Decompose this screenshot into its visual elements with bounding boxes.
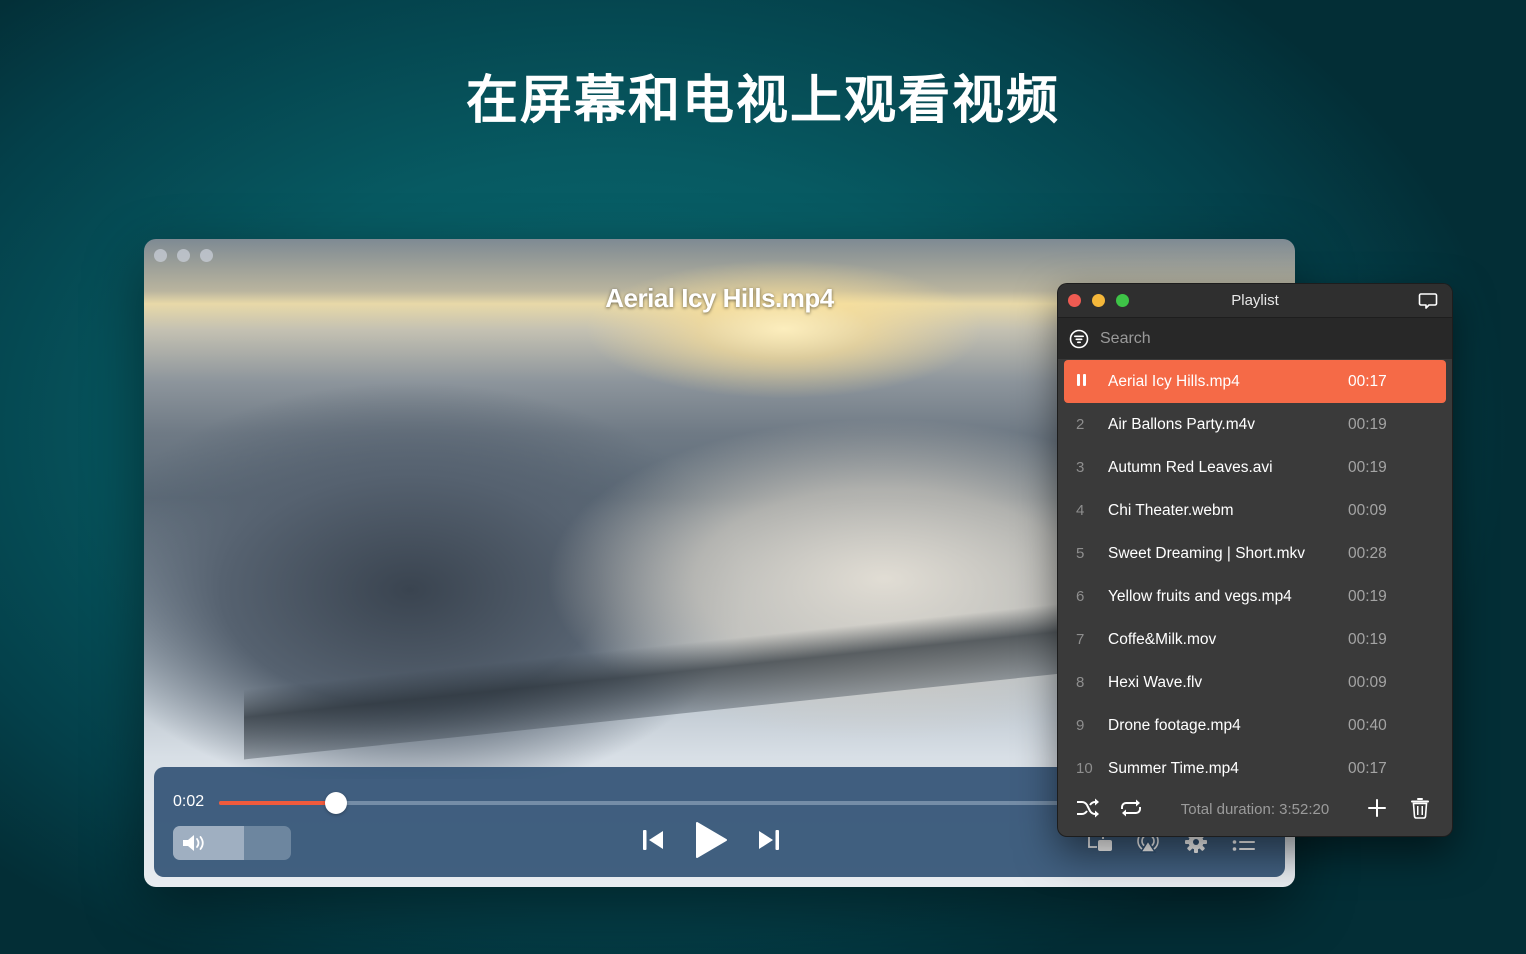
previous-button[interactable] xyxy=(642,829,666,851)
item-name: Summer Time.mp4 xyxy=(1108,759,1239,777)
playlist-footer: Total duration: 3:52:20 xyxy=(1058,784,1452,836)
window-controls xyxy=(154,249,213,262)
playlist-title: Playlist xyxy=(1231,292,1279,309)
item-index: 8 xyxy=(1076,674,1085,691)
item-duration: 00:40 xyxy=(1348,716,1387,734)
plus-icon xyxy=(1368,799,1386,817)
headline: 在屏幕和电视上观看视频 xyxy=(465,71,1060,131)
playlist-item-active[interactable]: Aerial Icy Hills.mp4 00:17 xyxy=(1064,360,1446,403)
total-duration: Total duration: 3:52:20 xyxy=(1180,801,1330,818)
playlist-search xyxy=(1058,318,1452,359)
item-duration: 00:09 xyxy=(1348,501,1387,519)
playlist-items: Aerial Icy Hills.mp4 00:17 2 Air Ballons Pa… xyxy=(1064,360,1446,790)
item-duration: 00:09 xyxy=(1348,673,1387,691)
filter-icon[interactable] xyxy=(1069,329,1089,354)
item-index: 2 xyxy=(1076,416,1085,433)
seek-handle[interactable] xyxy=(325,792,348,814)
playlist-item[interactable]: 3 Autumn Red Leaves.avi 00:19 xyxy=(1064,446,1446,489)
item-duration: 00:19 xyxy=(1348,630,1387,648)
item-index: 4 xyxy=(1076,502,1085,519)
search-input[interactable] xyxy=(1098,326,1402,352)
item-name: Autumn Red Leaves.avi xyxy=(1108,458,1273,476)
item-index: 6 xyxy=(1076,588,1085,605)
playlist-item[interactable]: 8 Hexi Wave.flv 00:09 xyxy=(1064,661,1446,704)
item-name: Air Ballons Party.m4v xyxy=(1108,415,1256,433)
close-button[interactable] xyxy=(154,249,167,262)
item-index: 10 xyxy=(1076,760,1093,777)
trash-icon xyxy=(1411,798,1429,819)
item-duration: 00:19 xyxy=(1348,415,1387,433)
item-duration: 00:17 xyxy=(1348,759,1387,777)
item-duration: 00:28 xyxy=(1348,544,1387,562)
volume-slider[interactable] xyxy=(173,826,291,860)
item-index: 5 xyxy=(1076,545,1085,562)
play-button[interactable] xyxy=(694,821,728,859)
play-icon xyxy=(696,822,727,858)
item-duration: 00:19 xyxy=(1348,458,1387,476)
speech-bubble-icon xyxy=(1418,293,1438,309)
transport-controls xyxy=(642,821,780,859)
minimize-button[interactable] xyxy=(177,249,190,262)
playlist-item[interactable]: 5 Sweet Dreaming | Short.mkv 00:28 xyxy=(1064,532,1446,575)
speaker-icon xyxy=(181,832,209,859)
item-name: Sweet Dreaming | Short.mkv xyxy=(1108,544,1305,562)
item-name: Chi Theater.webm xyxy=(1108,501,1234,519)
playlist-item[interactable]: 7 Coffe&Milk.mov 00:19 xyxy=(1064,618,1446,661)
item-index: 7 xyxy=(1076,631,1085,648)
playlist-item[interactable]: 9 Drone footage.mp4 00:40 xyxy=(1064,704,1446,747)
subtitles-button[interactable] xyxy=(1418,292,1438,315)
item-duration: 00:19 xyxy=(1348,587,1387,605)
item-name: Coffe&Milk.mov xyxy=(1108,630,1217,648)
playlist-titlebar: Playlist xyxy=(1058,284,1452,318)
pause-icon[interactable] xyxy=(1064,373,1108,391)
item-index: 9 xyxy=(1076,717,1085,734)
current-time: 0:02 xyxy=(173,793,205,810)
maximize-button[interactable] xyxy=(200,249,213,262)
seek-progress xyxy=(219,801,337,805)
playlist-item[interactable]: 2 Air Ballons Party.m4v 00:19 xyxy=(1064,403,1446,446)
item-name: Aerial Icy Hills.mp4 xyxy=(1108,372,1240,390)
playlist-item[interactable]: 4 Chi Theater.webm 00:09 xyxy=(1064,489,1446,532)
item-index: 3 xyxy=(1076,459,1085,476)
playlist-window: Playlist Aerial Icy Hills.mp4 00:17 2 Air B… xyxy=(1057,283,1453,837)
item-name: Hexi Wave.flv xyxy=(1108,673,1203,691)
next-button[interactable] xyxy=(756,829,780,851)
skip-forward-icon xyxy=(759,830,779,850)
skip-back-icon xyxy=(643,830,663,850)
item-name: Drone footage.mp4 xyxy=(1108,716,1241,734)
item-name: Yellow fruits and vegs.mp4 xyxy=(1108,587,1292,605)
add-button[interactable] xyxy=(1366,797,1388,824)
delete-button[interactable] xyxy=(1410,797,1430,824)
item-duration: 00:17 xyxy=(1348,372,1387,390)
playlist-item[interactable]: 6 Yellow fruits and vegs.mp4 00:19 xyxy=(1064,575,1446,618)
